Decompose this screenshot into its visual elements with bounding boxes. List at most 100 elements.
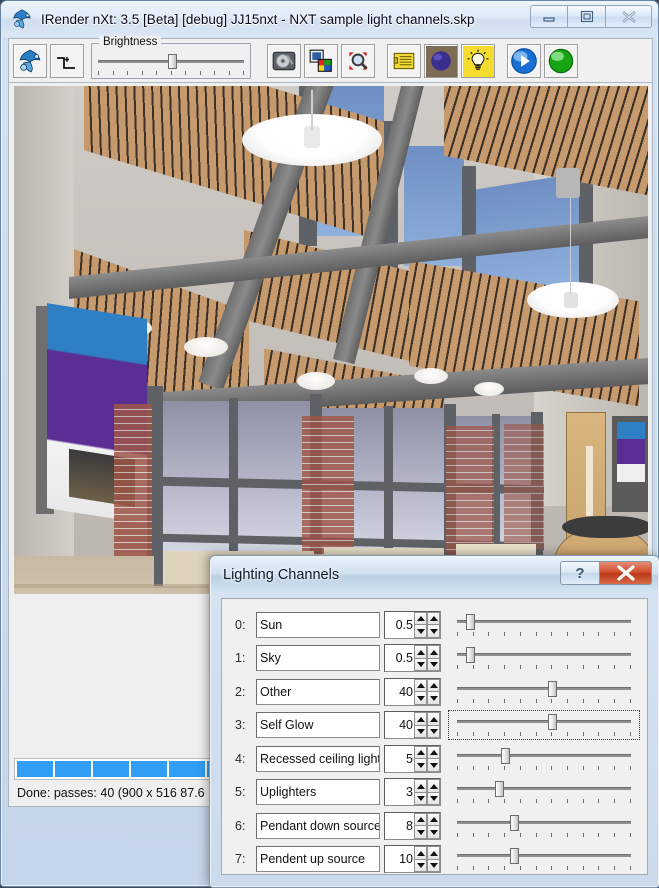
spinner-down-arrow-icon[interactable] xyxy=(427,791,440,806)
spinner-pair-inner[interactable] xyxy=(414,745,427,772)
dialog-close-button[interactable] xyxy=(600,561,652,585)
spinner-pair-inner[interactable] xyxy=(414,611,427,638)
channel-name-input[interactable]: Pendent up source xyxy=(256,846,380,873)
slider-thumb[interactable] xyxy=(466,613,476,630)
channel-slider[interactable] xyxy=(449,678,639,706)
channel-value[interactable]: 10 xyxy=(385,846,414,872)
lighting-button[interactable] xyxy=(461,43,495,78)
spinner-pair-inner[interactable] xyxy=(414,779,427,806)
spinner-pair-outer[interactable] xyxy=(427,745,440,772)
help-button[interactable]: ? xyxy=(560,561,600,585)
slider-thumb[interactable] xyxy=(510,814,519,831)
channel-name-input[interactable]: Sun xyxy=(256,611,380,638)
spinner-up-arrow-icon[interactable] xyxy=(414,745,427,759)
dialog-title-bar[interactable]: Lighting Channels ? xyxy=(211,557,658,593)
spinner-down-arrow-icon[interactable] xyxy=(427,825,440,839)
channel-value[interactable]: 40 xyxy=(385,712,414,738)
spinner-down-arrow-icon[interactable] xyxy=(414,825,427,839)
channel-slider[interactable] xyxy=(449,845,639,873)
spinner-down-arrow-icon[interactable] xyxy=(414,724,427,739)
spinner-pair-outer[interactable] xyxy=(427,678,440,705)
spinner-up-arrow-icon[interactable] xyxy=(427,779,440,792)
slider-thumb[interactable] xyxy=(548,680,557,697)
spinner-up-arrow-icon[interactable] xyxy=(414,678,427,692)
spinner-down-arrow-icon[interactable] xyxy=(427,657,440,672)
brightness-thumb[interactable] xyxy=(168,53,177,69)
channel-slider[interactable] xyxy=(449,745,639,773)
spinner-down-arrow-icon[interactable] xyxy=(414,791,427,806)
spinner-pair-inner[interactable] xyxy=(414,645,427,672)
notes-button[interactable] xyxy=(387,43,421,78)
slider-thumb[interactable] xyxy=(500,747,510,764)
channel-value-spinner[interactable]: 3 xyxy=(384,778,441,807)
channel-value-spinner[interactable]: 10 xyxy=(384,845,441,874)
spinner-pair-inner[interactable] xyxy=(414,712,427,739)
spinner-up-arrow-icon[interactable] xyxy=(414,779,427,792)
spinner-up-arrow-icon[interactable] xyxy=(427,611,440,625)
channel-name-input[interactable]: Self Glow xyxy=(256,712,380,739)
spinner-up-arrow-icon[interactable] xyxy=(427,645,440,658)
spinner-up-arrow-icon[interactable] xyxy=(414,712,427,725)
channel-value-spinner[interactable]: 5 xyxy=(384,744,441,773)
brightness-trackbar[interactable] xyxy=(92,52,250,78)
spinner-up-arrow-icon[interactable] xyxy=(414,645,427,658)
channel-name-input[interactable]: Sky xyxy=(256,645,380,672)
brightness-slider-group[interactable]: Brightness xyxy=(91,35,251,79)
play-render-button[interactable] xyxy=(507,43,541,78)
zoom-region-button[interactable] xyxy=(341,43,375,78)
channel-slider[interactable] xyxy=(449,611,639,639)
spinner-down-arrow-icon[interactable] xyxy=(414,624,427,638)
spinner-pair-outer[interactable] xyxy=(427,712,440,739)
slider-thumb[interactable] xyxy=(510,848,519,865)
status-ok-button[interactable] xyxy=(544,43,578,78)
channel-value-spinner[interactable]: 0.5 xyxy=(384,610,441,639)
channel-value-spinner[interactable]: 40 xyxy=(384,711,441,740)
channel-value[interactable]: 8 xyxy=(385,813,414,839)
tone-curve-button[interactable] xyxy=(50,43,84,78)
channel-name-input[interactable]: Pendant down source xyxy=(256,812,380,839)
spinner-up-arrow-icon[interactable] xyxy=(427,745,440,759)
channel-value-spinner[interactable]: 40 xyxy=(384,677,441,706)
minimize-button[interactable] xyxy=(530,5,568,28)
spinner-down-arrow-icon[interactable] xyxy=(427,724,440,739)
channel-name-input[interactable]: Recessed ceiling lights xyxy=(256,745,380,772)
spinner-pair-inner[interactable] xyxy=(414,678,427,705)
channel-name-input[interactable]: Other xyxy=(256,678,380,705)
channel-value-spinner[interactable]: 8 xyxy=(384,811,441,840)
slider-thumb[interactable] xyxy=(548,714,557,731)
spinner-down-arrow-icon[interactable] xyxy=(414,858,427,873)
spinner-up-arrow-icon[interactable] xyxy=(414,611,427,625)
irender-logo-button[interactable] xyxy=(13,43,47,78)
channel-name-input[interactable]: Uplighters xyxy=(256,779,380,806)
spinner-pair-inner[interactable] xyxy=(414,846,427,873)
spinner-up-arrow-icon[interactable] xyxy=(427,678,440,692)
slider-thumb[interactable] xyxy=(494,781,504,798)
save-to-disk-button[interactable] xyxy=(267,43,301,78)
spinner-up-arrow-icon[interactable] xyxy=(427,812,440,826)
spinner-down-arrow-icon[interactable] xyxy=(414,758,427,772)
spinner-up-arrow-icon[interactable] xyxy=(414,846,427,859)
spinner-down-arrow-icon[interactable] xyxy=(427,624,440,638)
channel-slider[interactable] xyxy=(449,644,639,672)
spinner-up-arrow-icon[interactable] xyxy=(427,712,440,725)
spinner-pair-outer[interactable] xyxy=(427,846,440,873)
maximize-button[interactable] xyxy=(568,5,606,28)
channel-slider[interactable] xyxy=(449,812,639,840)
channel-value[interactable]: 0.5 xyxy=(385,645,414,671)
spinner-down-arrow-icon[interactable] xyxy=(427,758,440,772)
spinner-pair-outer[interactable] xyxy=(427,645,440,672)
color-palette-button[interactable] xyxy=(304,43,338,78)
spinner-down-arrow-icon[interactable] xyxy=(427,691,440,705)
spinner-pair-inner[interactable] xyxy=(414,812,427,839)
spinner-pair-outer[interactable] xyxy=(427,779,440,806)
close-button[interactable] xyxy=(606,5,652,28)
slider-thumb[interactable] xyxy=(466,647,476,664)
rendered-scene-image[interactable] xyxy=(14,86,648,594)
spinner-down-arrow-icon[interactable] xyxy=(414,691,427,705)
channel-value[interactable]: 3 xyxy=(385,779,414,805)
spinner-up-arrow-icon[interactable] xyxy=(427,846,440,859)
channel-value[interactable]: 0.5 xyxy=(385,612,414,638)
channel-value[interactable]: 40 xyxy=(385,679,414,705)
material-sphere-button[interactable] xyxy=(424,43,458,78)
spinner-up-arrow-icon[interactable] xyxy=(414,812,427,826)
